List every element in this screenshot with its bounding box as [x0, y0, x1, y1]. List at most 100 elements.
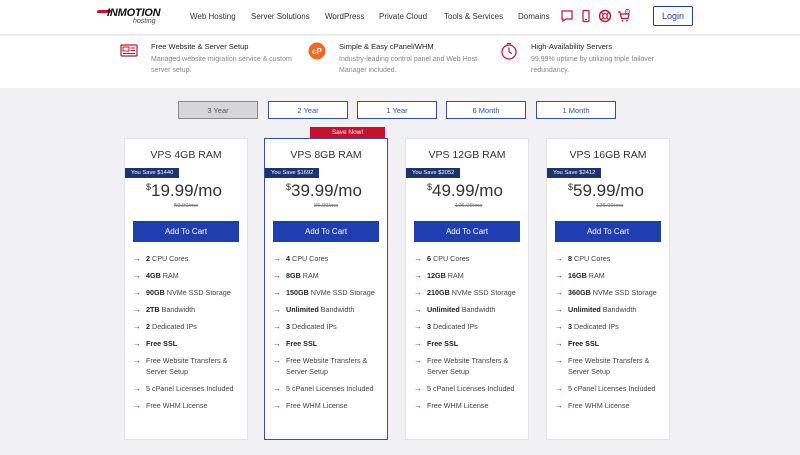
feature-text: Free WHM License — [146, 401, 208, 410]
plan-feature-item: → 16GB RAM — [555, 270, 667, 281]
add-to-cart-button[interactable]: Add To Cart — [414, 221, 520, 242]
plan-feature-item: → Free Website Transfers & Server Setup — [273, 355, 385, 377]
arrow-right-icon: → — [555, 288, 563, 297]
feature-bold: 150GB — [286, 288, 309, 297]
feature-text: Free Website Transfers & Server Setup — [146, 356, 228, 376]
arrow-right-icon: → — [555, 384, 563, 393]
tab-1-month[interactable]: 1 Month — [536, 101, 616, 119]
plan-feature-item: → 5 cPanel Licenses Included — [133, 383, 245, 394]
plan-feature-item: → 12GB RAM — [414, 270, 526, 281]
plan-feature-item: → Free WHM License — [133, 400, 245, 411]
feature-bold: 4GB — [146, 271, 161, 280]
feature-text: Dedicated IPs — [150, 322, 197, 331]
arrow-right-icon: → — [414, 401, 422, 410]
menu-domains[interactable]: Domains — [518, 12, 550, 21]
plan-feature-item: → Unlimited Bandwidth — [414, 304, 526, 315]
plan-feature-list: → 2 CPU Cores → 4GB RAM → 90GB NVMe SSD Stora… — [133, 253, 245, 417]
arrow-right-icon: → — [414, 305, 422, 314]
arrow-right-icon: → — [555, 356, 563, 365]
phone-icon[interactable] — [579, 9, 593, 23]
arrow-right-icon: → — [133, 305, 141, 314]
feature-text: Bandwidth — [600, 305, 637, 314]
tab-6-month[interactable]: 6 Month — [446, 101, 526, 119]
plan-feature-item: → 4 CPU Cores — [273, 253, 385, 264]
arrow-right-icon: → — [555, 322, 563, 331]
feature-bold: Unlimited — [286, 305, 319, 314]
add-to-cart-button[interactable]: Add To Cart — [133, 221, 239, 242]
plan-feature-item: → 3 Dedicated IPs — [273, 321, 385, 332]
plan-feature-list: → 4 CPU Cores → 8GB RAM → 150GB NVMe SSD Stor… — [273, 253, 385, 417]
arrow-right-icon: → — [414, 254, 422, 263]
feature-cpanel: cP Simple & Easy cPanel/WHM Industry-lea… — [308, 40, 488, 84]
feature-bold: Free SSL — [146, 339, 178, 348]
feature-text: NVMe SSD Storage — [164, 288, 231, 297]
feature-text: Dedicated IPs — [572, 322, 619, 331]
arrow-right-icon: → — [555, 305, 563, 314]
support-icon[interactable] — [598, 9, 612, 23]
plan-feature-item: → 2TB Bandwidth — [133, 304, 245, 315]
plan-feature-item: → 3 Dedicated IPs — [555, 321, 667, 332]
menu-web-hosting[interactable]: Web Hosting — [190, 12, 236, 21]
arrow-right-icon: → — [273, 322, 281, 331]
feature-text: 5 cPanel Licenses Included — [427, 384, 515, 393]
feature-strip: Free Website & Server Setup Managed webs… — [0, 36, 800, 88]
menu-private-cloud[interactable]: Private Cloud — [379, 12, 427, 21]
feature-text: 5 cPanel Licenses Included — [568, 384, 656, 393]
menu-tools-services[interactable]: Tools & Services — [444, 12, 503, 21]
inmotion-logo[interactable]: INMOTION hosting — [96, 7, 167, 27]
feature-desc: 99.99% uptime by utilizing triple failov… — [531, 56, 654, 74]
feature-text: CPU Cores — [431, 254, 470, 263]
feature-text: Bandwidth — [459, 305, 496, 314]
arrow-right-icon: → — [414, 271, 422, 280]
plan-feature-list: → 6 CPU Cores → 12GB RAM → 210GB NVMe SSD Sto… — [414, 253, 526, 417]
add-to-cart-button[interactable]: Add To Cart — [273, 221, 379, 242]
plan-feature-item: → 5 cPanel Licenses Included — [273, 383, 385, 394]
feature-text: RAM — [586, 271, 605, 280]
plan-feature-item: → Free WHM License — [273, 400, 385, 411]
feature-text: Free Website Transfers & Server Setup — [286, 356, 368, 376]
arrow-right-icon: → — [273, 339, 281, 348]
feature-text: RAM — [160, 271, 179, 280]
feature-text: Free WHM License — [286, 401, 348, 410]
cart-icon[interactable]: 0 — [617, 9, 631, 23]
tab-1-year[interactable]: 1 Year — [357, 101, 437, 119]
feature-bold: Free SSL — [286, 339, 318, 348]
feature-bold: 16GB — [568, 271, 587, 280]
arrow-right-icon: → — [273, 288, 281, 297]
plan-feature-item: → 210GB NVMe SSD Storage — [414, 287, 526, 298]
login-button[interactable]: Login — [653, 6, 693, 26]
savings-badge: You Save $2052 — [406, 168, 461, 178]
feature-text: NVMe SSD Storage — [308, 288, 375, 297]
feature-desc: Managed website migration service & cust… — [151, 56, 292, 74]
arrow-right-icon: → — [273, 401, 281, 410]
plan-feature-item: → Free SSL — [273, 338, 385, 349]
chat-icon[interactable] — [560, 9, 574, 23]
savings-badge: You Save $1440 — [125, 168, 180, 178]
menu-server-solutions[interactable]: Server Solutions — [251, 12, 310, 21]
old-price: 106.99/mo — [455, 203, 483, 209]
plan-feature-item: → Free SSL — [133, 338, 245, 349]
plan-feature-item: → 5 cPanel Licenses Included — [555, 383, 667, 394]
feature-bold: 8GB — [286, 271, 301, 280]
plan-feature-item: → Free Website Transfers & Server Setup — [555, 355, 667, 377]
feature-text: CPU Cores — [290, 254, 329, 263]
logo-sub: hosting — [133, 18, 156, 25]
tab-2-year[interactable]: 2 Year — [268, 101, 348, 119]
plan-name: VPS 12GB RAM — [428, 149, 506, 161]
plan-feature-item: → 5 cPanel Licenses Included — [414, 383, 526, 394]
plan-feature-item: → 4GB RAM — [133, 270, 245, 281]
arrow-right-icon: → — [133, 254, 141, 263]
plan-feature-item: → 8 CPU Cores — [555, 253, 667, 264]
arrow-right-icon: → — [133, 271, 141, 280]
menu-wordpress[interactable]: WordPress — [325, 12, 364, 21]
arrow-right-icon: → — [133, 401, 141, 410]
svg-text:cP: cP — [312, 47, 322, 56]
tab-3-year[interactable]: 3 Year — [178, 101, 258, 119]
arrow-right-icon: → — [555, 254, 563, 263]
feature-text: Free WHM License — [427, 401, 489, 410]
plan-name: VPS 4GB RAM — [150, 149, 222, 161]
plan-feature-item: → Free WHM License — [555, 400, 667, 411]
add-to-cart-button[interactable]: Add To Cart — [555, 221, 661, 242]
feature-text: Bandwidth — [318, 305, 355, 314]
arrow-right-icon: → — [414, 322, 422, 331]
